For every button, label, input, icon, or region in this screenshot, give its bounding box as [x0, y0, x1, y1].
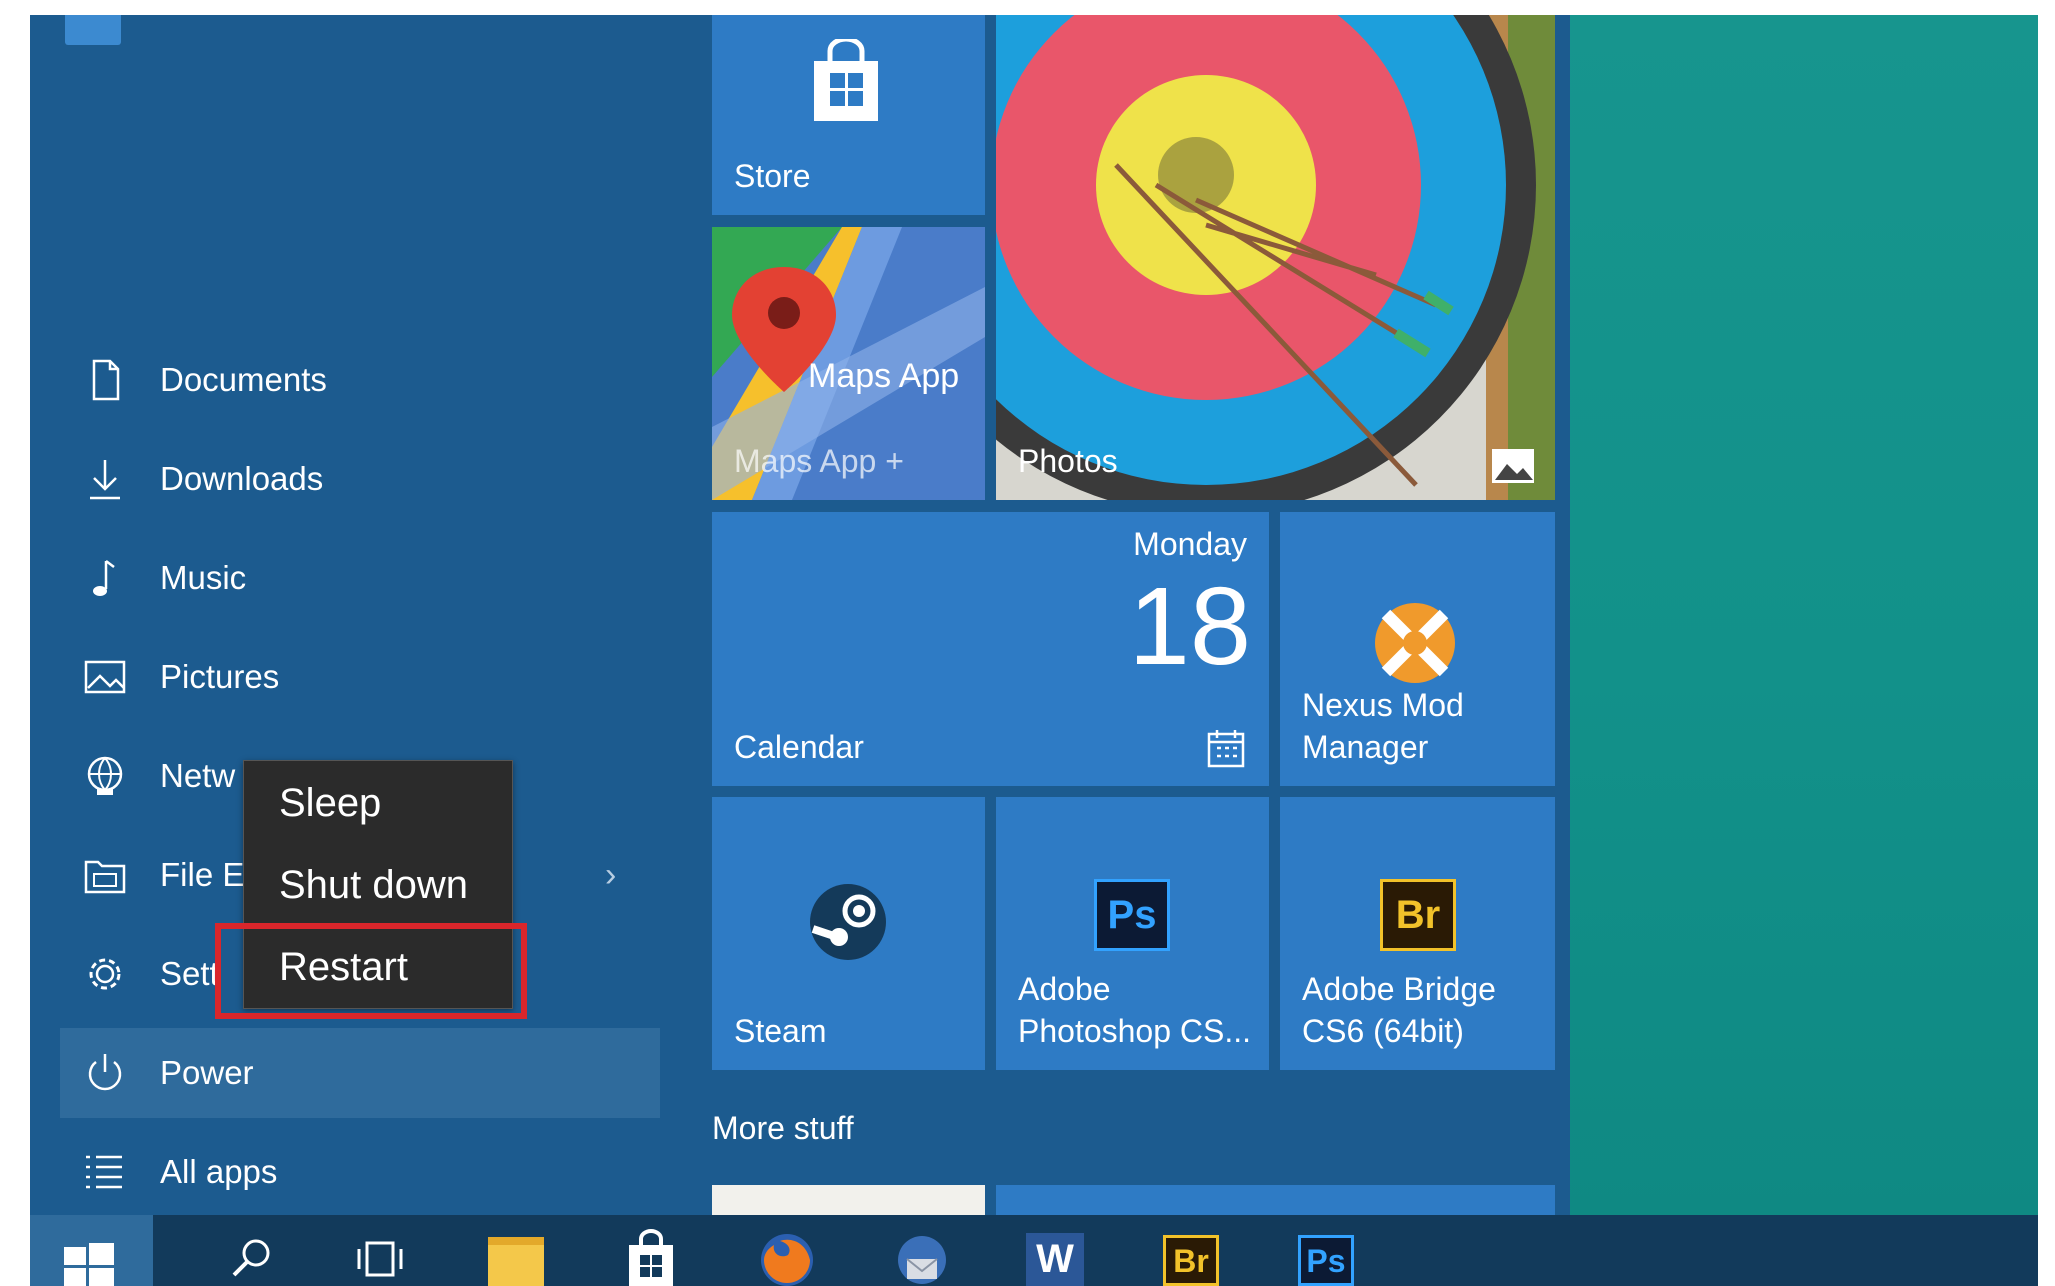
tile-nexus-mod-manager[interactable]: Nexus Mod Manager	[1280, 512, 1555, 786]
calendar-day: Monday	[1133, 526, 1247, 562]
tile-label: Store	[734, 158, 811, 194]
taskbar-word[interactable]: W	[1010, 1215, 1100, 1286]
store-bag-icon	[814, 39, 878, 121]
photos-icon	[1492, 449, 1534, 483]
store-bag-icon	[629, 1229, 673, 1286]
tile-label: Calendar	[734, 729, 864, 765]
tile-label-line1: Adobe	[1018, 971, 1111, 1007]
tile-store[interactable]: Store	[712, 15, 985, 215]
photoshop-logo-icon: Ps	[1298, 1235, 1354, 1286]
list-icon	[86, 1155, 122, 1189]
bridge-logo-icon: Br	[1163, 1235, 1219, 1286]
archery-target-photo	[996, 15, 1555, 500]
nav-label: Power	[160, 1054, 254, 1091]
taskbar-search-button[interactable]	[205, 1215, 295, 1286]
windows-logo-icon	[64, 1243, 114, 1286]
taskbar-store[interactable]	[605, 1215, 695, 1286]
nexus-logo-icon	[1375, 603, 1455, 683]
pictures-icon	[84, 660, 126, 694]
tile-label-line2: Photoshop CS...	[1018, 1013, 1252, 1049]
firefox-icon	[761, 1234, 813, 1286]
tile-label: Photos	[1018, 443, 1118, 479]
search-icon	[232, 1239, 270, 1277]
tile-label-line2: Manager	[1302, 729, 1429, 765]
nav-label: Netw	[160, 757, 236, 794]
tile-label-line1: Nexus Mod	[1302, 687, 1464, 723]
start-menu: Documents Downloads Music Pictures Netw …	[30, 15, 1570, 1215]
taskbar: W Br Ps	[30, 1215, 2038, 1286]
bridge-logo-icon: Br	[1380, 879, 1456, 951]
document-icon	[92, 359, 120, 401]
nav-all-apps[interactable]: All apps	[60, 1127, 660, 1217]
file-explorer-icon	[84, 860, 126, 894]
start-left-column: Documents Downloads Music Pictures Netw …	[30, 15, 660, 1215]
nav-downloads[interactable]: Downloads	[60, 434, 660, 524]
tile-label-line1: Adobe Bridge	[1302, 971, 1496, 1007]
nav-label: Sett	[160, 955, 219, 992]
restart-highlight-box	[215, 923, 527, 1019]
desktop-wallpaper	[1570, 15, 2038, 1215]
nav-label: Downloads	[160, 460, 324, 497]
start-button[interactable]	[30, 1215, 153, 1286]
gear-icon	[89, 958, 121, 990]
download-icon	[90, 460, 120, 500]
tile-group-label[interactable]: More stuff	[712, 1110, 854, 1147]
taskbar-file-explorer[interactable]	[470, 1215, 560, 1286]
taskbar-firefox[interactable]	[740, 1215, 830, 1286]
photoshop-logo-icon: Ps	[1094, 879, 1170, 951]
desktop-screen: Documents Downloads Music Pictures Netw …	[30, 15, 2038, 1286]
task-view-button[interactable]	[335, 1215, 425, 1286]
nav-documents[interactable]: Documents	[60, 335, 660, 425]
steam-logo-icon	[810, 884, 886, 960]
tile-label: Steam	[734, 1013, 827, 1049]
user-tile-icon[interactable]	[65, 15, 121, 45]
network-icon	[87, 756, 123, 795]
nav-label: Music	[160, 559, 247, 596]
chevron-right-icon[interactable]: ›	[605, 830, 616, 920]
task-view-icon	[357, 1241, 403, 1277]
nav-label: Documents	[160, 361, 327, 398]
nav-power[interactable]: Power	[60, 1028, 660, 1118]
nav-label: All apps	[160, 1153, 278, 1190]
nav-music[interactable]: Music	[60, 533, 660, 623]
taskbar-thunderbird[interactable]	[875, 1215, 965, 1286]
folder-icon	[488, 1237, 544, 1286]
tile-partial[interactable]	[712, 1185, 985, 1215]
tile-maps[interactable]: Maps App Maps App +	[712, 227, 985, 500]
nav-pictures[interactable]: Pictures	[60, 632, 660, 722]
tile-adobe-bridge[interactable]: Br Adobe Bridge CS6 (64bit)	[1280, 797, 1555, 1070]
tile-partial[interactable]	[996, 1185, 1555, 1215]
nav-label: File E	[160, 856, 245, 893]
thunderbird-icon	[898, 1236, 946, 1284]
word-icon: W	[1026, 1233, 1084, 1286]
taskbar-photoshop[interactable]: Ps	[1280, 1215, 1370, 1286]
tile-label: Maps App +	[734, 443, 904, 479]
tile-label-line2: CS6 (64bit)	[1302, 1013, 1464, 1049]
tile-steam[interactable]: Steam	[712, 797, 985, 1070]
nav-label: Pictures	[160, 658, 280, 695]
maps-title: Maps App	[808, 357, 960, 395]
music-icon	[93, 560, 115, 596]
tile-photos[interactable]: Photos	[996, 15, 1555, 500]
taskbar-bridge[interactable]: Br	[1145, 1215, 1235, 1286]
tile-calendar[interactable]: Monday 18 Calendar	[712, 512, 1269, 786]
menu-item-sleep[interactable]: Sleep	[279, 773, 381, 833]
calendar-icon	[1207, 730, 1245, 768]
calendar-date: 18	[1128, 565, 1251, 688]
menu-item-shut-down[interactable]: Shut down	[279, 855, 468, 915]
tile-photoshop[interactable]: Ps Adobe Photoshop CS...	[996, 797, 1269, 1070]
power-icon	[88, 1054, 122, 1091]
